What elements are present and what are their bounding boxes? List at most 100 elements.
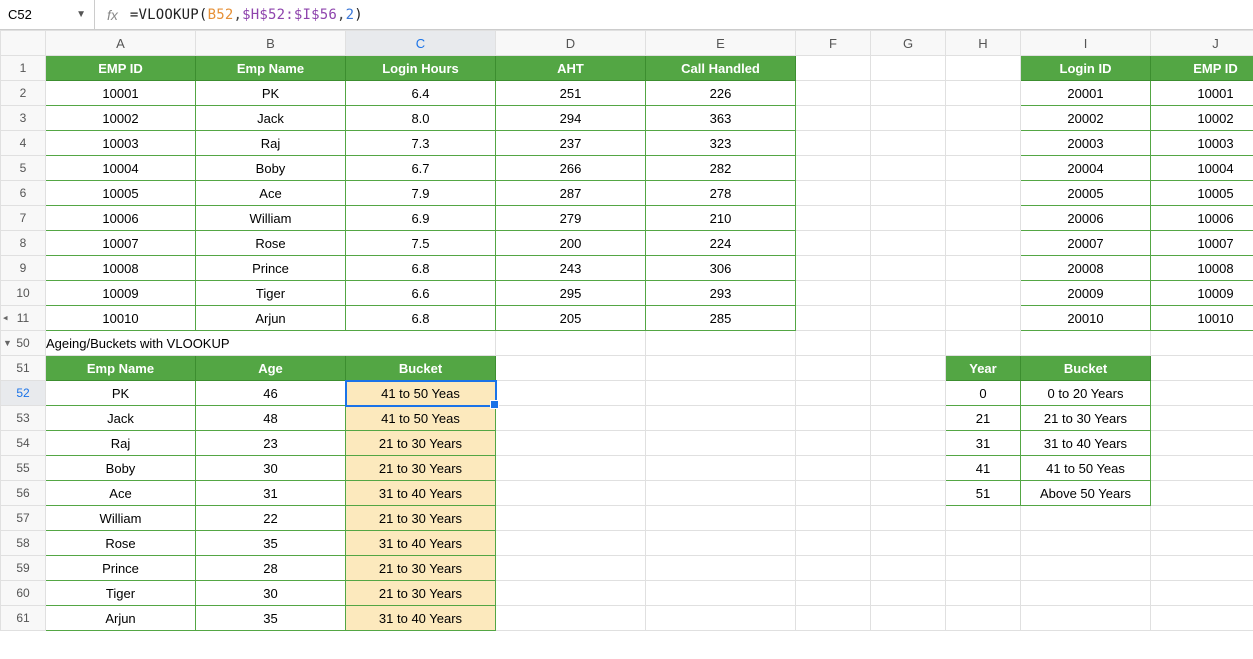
cell[interactable] xyxy=(796,281,871,306)
table1-cell[interactable]: Prince xyxy=(196,256,346,281)
age-cell[interactable]: 31 xyxy=(196,481,346,506)
cell[interactable] xyxy=(871,331,946,356)
table1-cell[interactable]: 6.8 xyxy=(346,256,496,281)
cell[interactable] xyxy=(496,356,646,381)
table1-cell[interactable]: 287 xyxy=(496,181,646,206)
cell[interactable] xyxy=(496,581,646,606)
table1-cell[interactable]: 6.7 xyxy=(346,156,496,181)
table1-cell[interactable]: Rose xyxy=(196,231,346,256)
table2-cell[interactable]: 20006 xyxy=(1021,206,1151,231)
cell[interactable] xyxy=(496,556,646,581)
table2-cell[interactable]: 20008 xyxy=(1021,256,1151,281)
table2-cell[interactable]: 10004 xyxy=(1151,156,1253,181)
cell[interactable] xyxy=(646,356,796,381)
cell[interactable] xyxy=(871,106,946,131)
cell[interactable] xyxy=(1151,356,1253,381)
cell[interactable] xyxy=(646,606,796,631)
cell[interactable] xyxy=(496,381,646,406)
table1-cell[interactable]: 285 xyxy=(646,306,796,331)
cell-H1[interactable] xyxy=(946,56,1021,81)
cell[interactable] xyxy=(796,556,871,581)
row-header-11[interactable]: 11◂ xyxy=(1,306,46,331)
table1-cell[interactable]: 7.9 xyxy=(346,181,496,206)
row-header-53[interactable]: 53 xyxy=(1,406,46,431)
cell[interactable] xyxy=(871,206,946,231)
cell[interactable] xyxy=(871,606,946,631)
bucket-cell[interactable]: 41 to 50 Yeas xyxy=(346,381,496,406)
cell[interactable] xyxy=(871,256,946,281)
table1-header[interactable]: AHT xyxy=(496,56,646,81)
table1-cell[interactable]: Jack xyxy=(196,106,346,131)
table2-cell[interactable]: 10009 xyxy=(1151,281,1253,306)
bucket-cell[interactable]: 31 to 40 Years xyxy=(346,531,496,556)
col-header-B[interactable]: B xyxy=(196,31,346,56)
row-header-54[interactable]: 54 xyxy=(1,431,46,456)
cell[interactable] xyxy=(1151,506,1253,531)
emp-name-cell[interactable]: Jack xyxy=(46,406,196,431)
bucket-cell[interactable]: 31 to 40 Years xyxy=(346,481,496,506)
year-cell[interactable]: 21 xyxy=(946,406,1021,431)
emp-name-cell[interactable]: PK xyxy=(46,381,196,406)
spreadsheet-grid[interactable]: ABCDEFGHIJ 1EMP IDEmp NameLogin HoursAHT… xyxy=(0,30,1253,631)
table2-cell[interactable]: 20003 xyxy=(1021,131,1151,156)
table2-cell[interactable]: 20007 xyxy=(1021,231,1151,256)
cell[interactable] xyxy=(1021,556,1151,581)
bucket-lookup-cell[interactable]: 0 to 20 Years xyxy=(1021,381,1151,406)
table1-cell[interactable]: 6.8 xyxy=(346,306,496,331)
cell[interactable] xyxy=(871,556,946,581)
table1-cell[interactable]: 295 xyxy=(496,281,646,306)
bucket-cell[interactable]: 41 to 50 Yeas xyxy=(346,406,496,431)
age-cell[interactable]: 46 xyxy=(196,381,346,406)
cell[interactable] xyxy=(1151,406,1253,431)
cell[interactable] xyxy=(1151,531,1253,556)
table2-cell[interactable]: 10006 xyxy=(1151,206,1253,231)
cell[interactable] xyxy=(646,506,796,531)
cell[interactable] xyxy=(871,406,946,431)
row-header-5[interactable]: 5 xyxy=(1,156,46,181)
cell[interactable] xyxy=(946,156,1021,181)
cell[interactable] xyxy=(796,581,871,606)
bucket-cell[interactable]: 21 to 30 Years xyxy=(346,581,496,606)
row-header-50[interactable]: 50▼ xyxy=(1,331,46,356)
table1-cell[interactable]: 237 xyxy=(496,131,646,156)
table2-cell[interactable]: 10007 xyxy=(1151,231,1253,256)
table1-header[interactable]: EMP ID xyxy=(46,56,196,81)
cell[interactable] xyxy=(646,456,796,481)
cell[interactable] xyxy=(946,506,1021,531)
row-header-7[interactable]: 7 xyxy=(1,206,46,231)
row-header-61[interactable]: 61 xyxy=(1,606,46,631)
bucket-lookup-cell[interactable]: Above 50 Years xyxy=(1021,481,1151,506)
col-header-A[interactable]: A xyxy=(46,31,196,56)
table3-header[interactable]: Age xyxy=(196,356,346,381)
emp-name-cell[interactable]: Tiger xyxy=(46,581,196,606)
col-header-D[interactable]: D xyxy=(496,31,646,56)
table1-cell[interactable]: 279 xyxy=(496,206,646,231)
year-cell[interactable]: 31 xyxy=(946,431,1021,456)
cell[interactable] xyxy=(646,481,796,506)
cell[interactable] xyxy=(1021,331,1151,356)
table1-header[interactable]: Login Hours xyxy=(346,56,496,81)
table2-cell[interactable]: 20009 xyxy=(1021,281,1151,306)
table1-cell[interactable]: 10001 xyxy=(46,81,196,106)
col-header-E[interactable]: E xyxy=(646,31,796,56)
row-header-6[interactable]: 6 xyxy=(1,181,46,206)
row-header-8[interactable]: 8 xyxy=(1,231,46,256)
table2-header[interactable]: EMP ID xyxy=(1151,56,1253,81)
row-header-4[interactable]: 4 xyxy=(1,131,46,156)
table1-cell[interactable]: Arjun xyxy=(196,306,346,331)
select-all-corner[interactable] xyxy=(1,31,46,56)
table1-cell[interactable]: Raj xyxy=(196,131,346,156)
emp-name-cell[interactable]: Boby xyxy=(46,456,196,481)
table1-cell[interactable]: William xyxy=(196,206,346,231)
cell[interactable] xyxy=(796,206,871,231)
cell[interactable] xyxy=(1151,331,1253,356)
row-header-2[interactable]: 2 xyxy=(1,81,46,106)
table1-cell[interactable]: 10006 xyxy=(46,206,196,231)
cell[interactable] xyxy=(796,231,871,256)
table2-cell[interactable]: 20010 xyxy=(1021,306,1151,331)
table1-cell[interactable]: 278 xyxy=(646,181,796,206)
cell[interactable] xyxy=(1021,581,1151,606)
cell[interactable] xyxy=(946,181,1021,206)
cell[interactable] xyxy=(946,606,1021,631)
cell[interactable] xyxy=(1151,431,1253,456)
